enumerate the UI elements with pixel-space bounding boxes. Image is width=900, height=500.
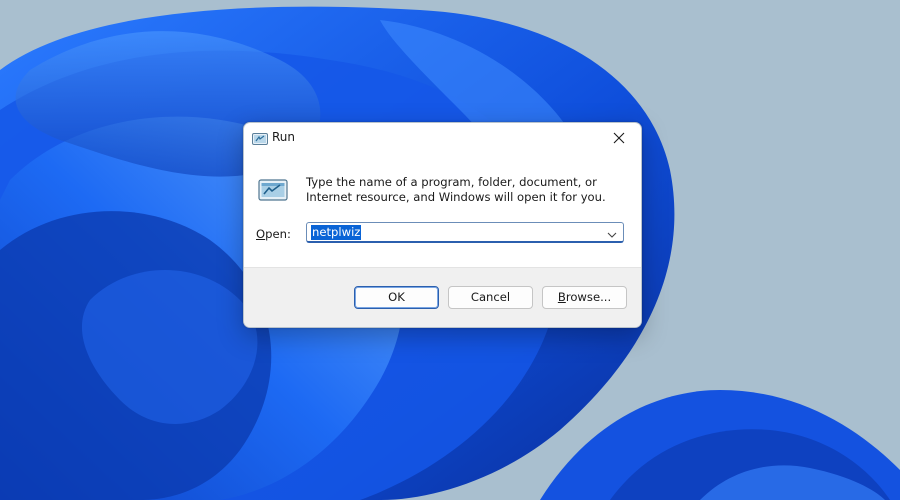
open-label: Open:: [256, 227, 291, 241]
open-combobox[interactable]: netplwiz: [306, 222, 624, 243]
button-bar: OK Cancel Browse...: [244, 267, 641, 327]
title-bar[interactable]: Run: [244, 123, 641, 153]
browse-label: rowse...: [565, 290, 612, 304]
open-label-text: pen:: [265, 227, 291, 241]
open-input-selected-text[interactable]: netplwiz: [311, 225, 362, 240]
open-label-mnemonic: O: [256, 227, 266, 241]
ok-button[interactable]: OK: [354, 286, 439, 309]
dialog-title: Run: [272, 130, 296, 144]
close-icon: [613, 129, 625, 148]
cancel-button[interactable]: Cancel: [448, 286, 533, 309]
browse-mnemonic: B: [557, 290, 566, 304]
run-dialog: Run Type the name of a program, folder, …: [243, 122, 642, 328]
dialog-description: Type the name of a program, folder, docu…: [306, 175, 606, 204]
run-icon: [258, 177, 288, 203]
run-icon: [252, 131, 268, 145]
dropdown-button[interactable]: [603, 225, 621, 240]
browse-button[interactable]: Browse...: [542, 286, 627, 309]
chevron-down-icon: [607, 223, 617, 242]
close-button[interactable]: [601, 125, 637, 151]
